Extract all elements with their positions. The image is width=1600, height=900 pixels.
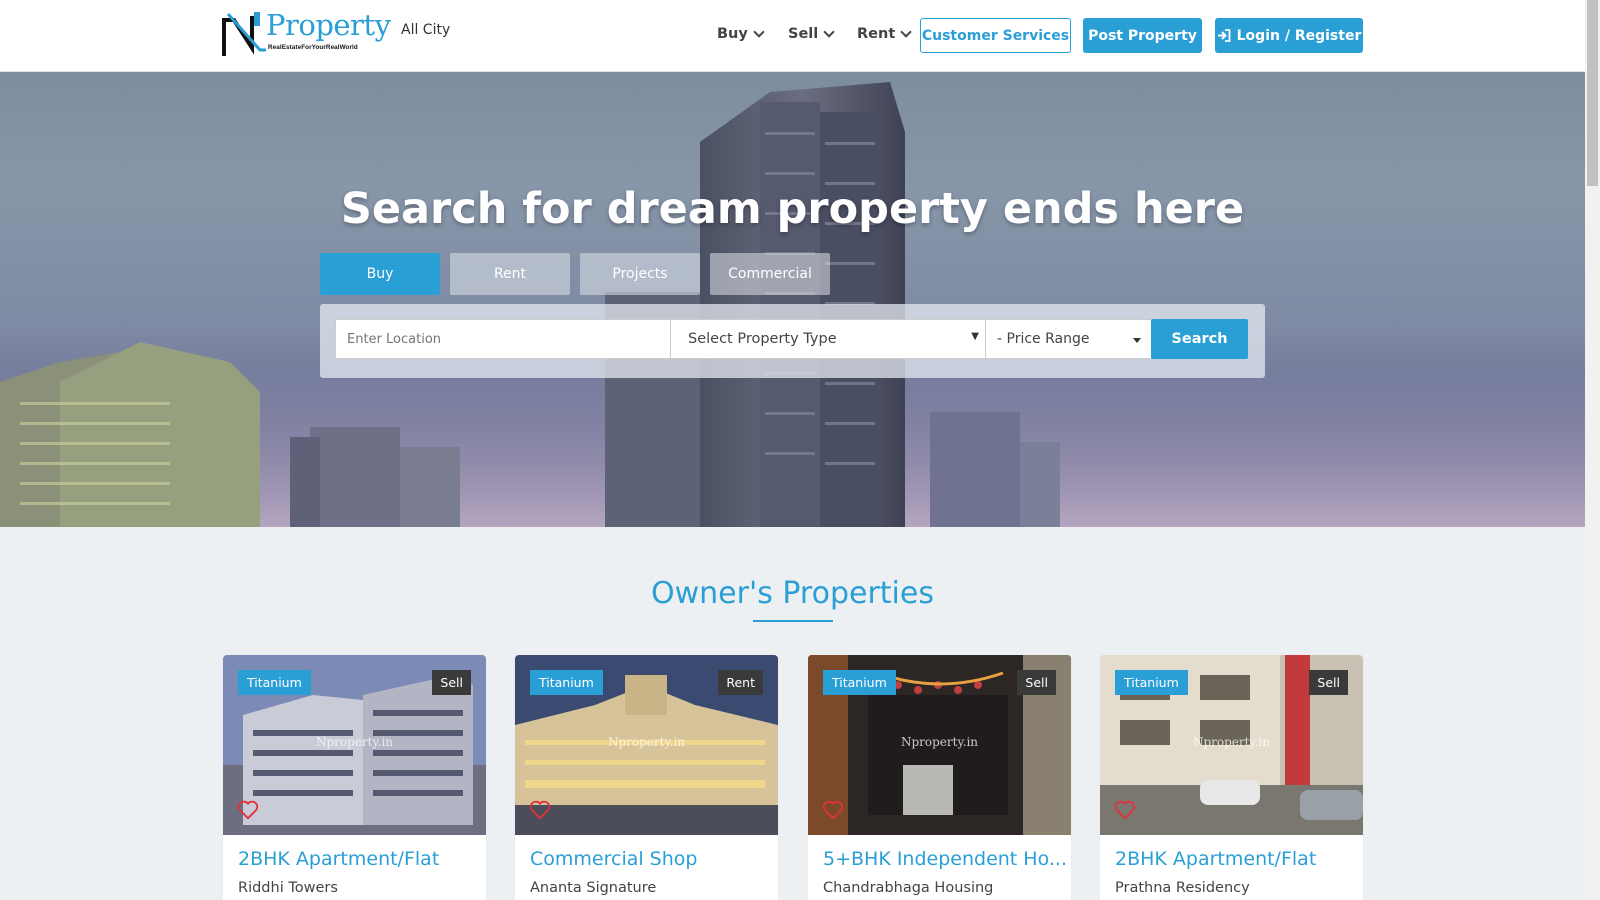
property-title[interactable]: Commercial Shop bbox=[530, 848, 697, 870]
property-card[interactable]: Nproperty.in Titanium Sell 2BHK Apartmen… bbox=[1100, 655, 1363, 900]
project-name: Chandrabhaga Housing bbox=[823, 880, 994, 896]
city-skyline-image bbox=[0, 82, 1585, 527]
property-image[interactable]: Nproperty.in Titanium Sell bbox=[808, 655, 1071, 835]
section-divider bbox=[753, 620, 833, 622]
property-type-select[interactable]: Select Property Type ▼ bbox=[670, 319, 986, 359]
price-range-value: - Price Range bbox=[997, 331, 1090, 347]
tier-badge: Titanium bbox=[1115, 670, 1188, 695]
property-title[interactable]: 2BHK Apartment/Flat bbox=[1115, 848, 1316, 870]
image-watermark: Nproperty.in bbox=[1192, 735, 1271, 749]
tab-projects[interactable]: Projects bbox=[580, 253, 700, 295]
property-image[interactable]: Nproperty.in Titanium Sell bbox=[1100, 655, 1363, 835]
listing-type-badge: Sell bbox=[1017, 670, 1056, 695]
chevron-down-icon bbox=[900, 26, 912, 38]
listing-type-badge: Sell bbox=[432, 670, 471, 695]
property-card[interactable]: Nproperty.in Titanium Rent Commercial Sh… bbox=[515, 655, 778, 900]
property-title[interactable]: 2BHK Apartment/Flat bbox=[238, 848, 439, 870]
listing-type-badge: Rent bbox=[718, 670, 763, 695]
tier-badge: Titanium bbox=[823, 670, 896, 695]
heart-outline-icon[interactable] bbox=[822, 800, 844, 820]
logo-mark-icon bbox=[222, 12, 266, 56]
select-arrow-icon: ▼ bbox=[971, 331, 979, 342]
project-name: Riddhi Towers bbox=[238, 880, 338, 896]
search-button[interactable]: Search bbox=[1151, 319, 1248, 359]
site-logo[interactable]: Property RealEstateForYourRealWorld bbox=[222, 8, 391, 58]
image-watermark: Nproperty.in bbox=[315, 735, 394, 749]
hero-title: Search for dream property ends here bbox=[340, 184, 1245, 234]
nav-buy[interactable]: Buy bbox=[717, 26, 765, 42]
project-name: Prathna Residency bbox=[1115, 880, 1250, 896]
nav-rent-label: Rent bbox=[857, 26, 896, 42]
section-title: Owner's Properties bbox=[651, 576, 934, 611]
property-image[interactable]: Nproperty.in Titanium Rent bbox=[515, 655, 778, 835]
image-watermark: Nproperty.in bbox=[607, 735, 686, 749]
heart-outline-icon[interactable] bbox=[529, 800, 551, 820]
property-type-value: Select Property Type bbox=[688, 331, 837, 347]
tab-commercial[interactable]: Commercial bbox=[710, 253, 830, 295]
heart-outline-icon[interactable] bbox=[1114, 800, 1136, 820]
logo-tagline: RealEstateForYourRealWorld bbox=[268, 44, 358, 51]
scrollbar-thumb[interactable] bbox=[1587, 0, 1598, 186]
logo-text: Property bbox=[266, 8, 391, 42]
property-image[interactable]: Nproperty.in Titanium Sell bbox=[223, 655, 486, 835]
listing-type-badge: Sell bbox=[1309, 670, 1348, 695]
tier-badge: Titanium bbox=[530, 670, 603, 695]
post-property-button[interactable]: Post Property bbox=[1083, 18, 1202, 53]
chevron-down-icon bbox=[823, 26, 835, 38]
page-scrollbar[interactable] bbox=[1585, 0, 1600, 900]
city-selector[interactable]: All City bbox=[401, 22, 450, 38]
project-name: Ananta Signature bbox=[530, 880, 657, 896]
tab-buy[interactable]: Buy bbox=[320, 253, 440, 295]
nav-buy-label: Buy bbox=[717, 26, 748, 42]
location-input[interactable] bbox=[347, 331, 670, 347]
price-range-select[interactable]: - Price Range bbox=[985, 319, 1152, 359]
property-card[interactable]: Nproperty.in Titanium Sell 5+BHK Indepen… bbox=[808, 655, 1071, 900]
heart-outline-icon[interactable] bbox=[237, 800, 259, 820]
nav-rent[interactable]: Rent bbox=[857, 26, 912, 42]
tab-rent[interactable]: Rent bbox=[450, 253, 570, 295]
property-title[interactable]: 5+BHK Independent Ho... bbox=[823, 848, 1067, 870]
sign-in-icon bbox=[1217, 29, 1231, 42]
site-header: Property RealEstateForYourRealWorld All … bbox=[0, 0, 1585, 72]
customer-services-button[interactable]: Customer Services bbox=[920, 18, 1071, 53]
nav-sell-label: Sell bbox=[788, 26, 819, 42]
property-card[interactable]: Nproperty.in Titanium Sell 2BHK Apartmen… bbox=[223, 655, 486, 900]
nav-sell[interactable]: Sell bbox=[788, 26, 835, 42]
location-input-wrapper[interactable] bbox=[335, 319, 671, 359]
login-register-label: Login / Register bbox=[1236, 27, 1362, 44]
chevron-down-icon bbox=[753, 26, 765, 38]
caret-down-icon bbox=[1133, 338, 1141, 343]
hero-banner: Search for dream property ends here Buy … bbox=[0, 72, 1585, 527]
login-register-button[interactable]: Login / Register bbox=[1215, 18, 1363, 53]
tier-badge: Titanium bbox=[238, 670, 311, 695]
image-watermark: Nproperty.in bbox=[900, 735, 979, 749]
